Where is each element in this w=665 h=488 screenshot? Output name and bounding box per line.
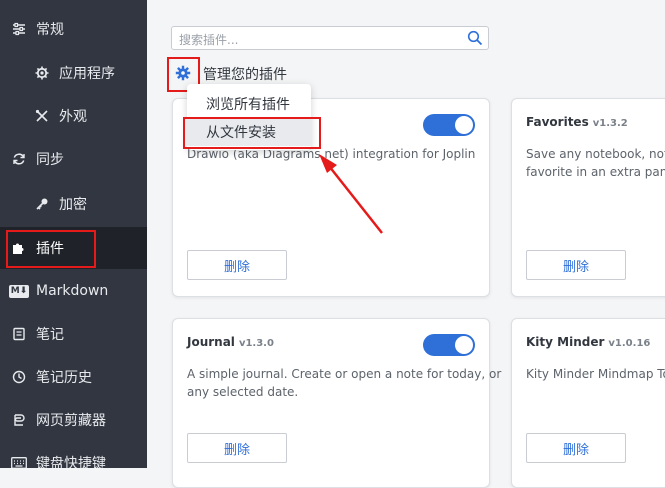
annotation-arrow bbox=[319, 154, 383, 234]
